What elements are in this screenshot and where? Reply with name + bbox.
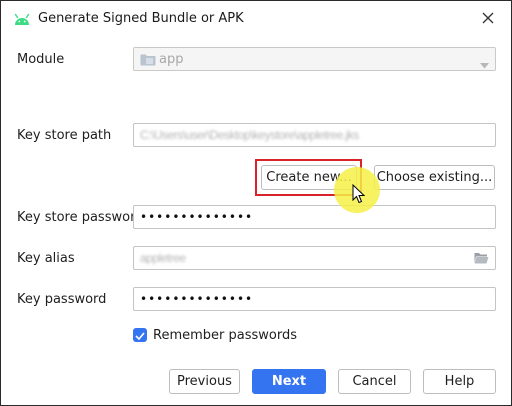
key-alias-label: Key alias (17, 251, 75, 266)
module-select[interactable]: app (133, 47, 496, 71)
dialog-title: Generate Signed Bundle or APK (38, 11, 244, 26)
mouse-pointer-icon (352, 183, 366, 207)
choose-existing-button[interactable]: Choose existing... (374, 165, 495, 190)
chevron-down-icon (480, 57, 489, 72)
key-store-path-value: C:\Users\user\Desktop\keystore\appletree… (140, 128, 359, 142)
key-store-password-label: Key store password (17, 210, 144, 225)
key-store-path-label: Key store path (17, 128, 112, 143)
key-password-label: Key password (17, 292, 107, 307)
key-password-value: •••••••••••••• (140, 292, 254, 306)
cancel-button[interactable]: Cancel (338, 369, 411, 394)
help-button[interactable]: Help (423, 369, 496, 394)
checkmark-icon (135, 328, 145, 343)
next-button[interactable]: Next (252, 369, 326, 394)
android-icon (13, 12, 31, 26)
key-alias-input[interactable]: appletree (133, 246, 496, 270)
key-store-password-value: •••••••••••••• (140, 210, 254, 224)
previous-button[interactable]: Previous (169, 369, 240, 394)
close-icon (482, 12, 494, 27)
key-alias-value: appletree (140, 251, 186, 265)
title-bar: Generate Signed Bundle or APK (2, 2, 512, 35)
module-folder-icon (140, 53, 156, 69)
module-value: app (159, 52, 184, 67)
remember-passwords-checkbox[interactable] (133, 328, 147, 342)
generate-signed-bundle-dialog: Generate Signed Bundle or APK Module app… (0, 0, 512, 406)
folder-browse-icon[interactable] (474, 252, 489, 267)
close-button[interactable] (474, 6, 502, 32)
key-store-password-input[interactable]: •••••••••••••• (133, 205, 496, 229)
key-store-path-input[interactable]: C:\Users\user\Desktop\keystore\appletree… (133, 123, 496, 147)
remember-passwords-label: Remember passwords (153, 328, 297, 343)
key-password-input[interactable]: •••••••••••••• (133, 287, 496, 311)
module-label: Module (17, 52, 65, 67)
